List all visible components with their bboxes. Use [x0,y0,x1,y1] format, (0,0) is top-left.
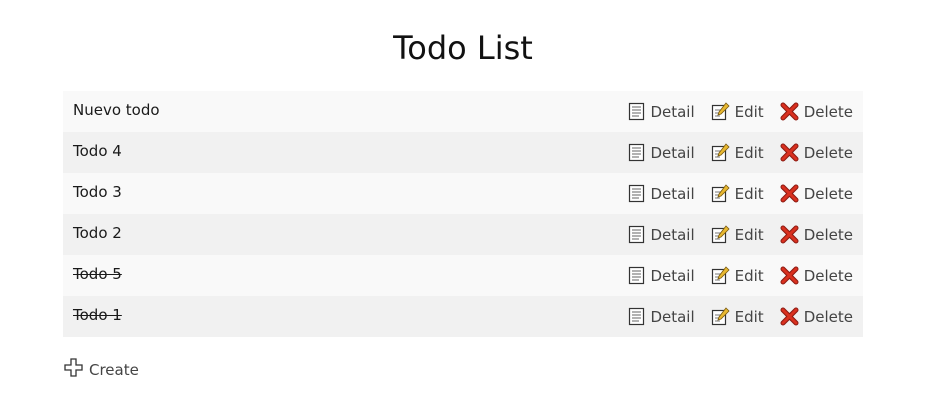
delete-label: Delete [803,225,853,244]
todo-text: Todo 4 [73,141,122,160]
edit-label: Edit [734,184,764,203]
todo-row: Todo 1 Detail Edit Delete [63,296,863,337]
edit-label: Edit [734,266,764,285]
todo-actions: Detail Edit Delete [628,102,853,121]
delete-button[interactable]: Delete [780,102,853,121]
detail-label: Detail [650,184,695,203]
red-x-icon [780,266,799,285]
todo-text: Todo 5 [73,264,122,283]
document-icon [628,184,645,203]
edit-pencil-icon [711,266,730,285]
detail-button[interactable]: Detail [628,102,695,121]
delete-button[interactable]: Delete [780,225,853,244]
edit-button[interactable]: Edit [711,184,764,203]
todo-text: Todo 3 [73,182,122,201]
document-icon [628,266,645,285]
todo-row: Todo 5 Detail Edit Delete [63,255,863,296]
delete-label: Delete [803,184,853,203]
page-title: Todo List [393,29,533,67]
delete-button[interactable]: Delete [780,184,853,203]
red-x-icon [780,307,799,326]
todo-actions: Detail Edit Delete [628,266,853,285]
todo-row: Nuevo todo Detail Edit Delete [63,91,863,132]
delete-label: Delete [803,266,853,285]
detail-button[interactable]: Detail [628,184,695,203]
todo-actions: Detail Edit Delete [628,225,853,244]
edit-pencil-icon [711,102,730,121]
create-button[interactable]: Create [64,358,139,381]
document-icon [628,225,645,244]
delete-button[interactable]: Delete [780,143,853,162]
todo-text: Todo 1 [73,305,122,324]
detail-label: Detail [650,102,695,121]
edit-button[interactable]: Edit [711,307,764,326]
edit-pencil-icon [711,225,730,244]
todo-row: Todo 4 Detail Edit Delete [63,132,863,173]
edit-label: Edit [734,143,764,162]
red-x-icon [780,184,799,203]
detail-label: Detail [650,307,695,326]
detail-label: Detail [650,143,695,162]
document-icon [628,307,645,326]
edit-button[interactable]: Edit [711,225,764,244]
red-x-icon [780,102,799,121]
edit-pencil-icon [711,307,730,326]
delete-button[interactable]: Delete [780,307,853,326]
todo-text: Todo 2 [73,223,122,242]
edit-label: Edit [734,225,764,244]
edit-label: Edit [734,102,764,121]
red-x-icon [780,225,799,244]
todo-actions: Detail Edit Delete [628,184,853,203]
edit-button[interactable]: Edit [711,102,764,121]
detail-button[interactable]: Detail [628,143,695,162]
todo-row: Todo 2 Detail Edit Delete [63,214,863,255]
detail-button[interactable]: Detail [628,266,695,285]
todo-actions: Detail Edit Delete [628,307,853,326]
delete-label: Delete [803,307,853,326]
todo-row: Todo 3 Detail Edit Delete [63,173,863,214]
edit-button[interactable]: Edit [711,143,764,162]
edit-label: Edit [734,307,764,326]
todo-text: Nuevo todo [73,100,160,119]
todo-list: Nuevo todo Detail Edit Delete Todo 4 Det… [63,91,863,337]
todo-actions: Detail Edit Delete [628,143,853,162]
edit-pencil-icon [711,184,730,203]
delete-label: Delete [803,102,853,121]
detail-label: Detail [650,225,695,244]
detail-button[interactable]: Detail [628,225,695,244]
delete-button[interactable]: Delete [780,266,853,285]
edit-button[interactable]: Edit [711,266,764,285]
document-icon [628,143,645,162]
detail-button[interactable]: Detail [628,307,695,326]
plus-icon [64,358,83,381]
delete-label: Delete [803,143,853,162]
document-icon [628,102,645,121]
edit-pencil-icon [711,143,730,162]
red-x-icon [780,143,799,162]
detail-label: Detail [650,266,695,285]
create-label: Create [89,360,139,379]
